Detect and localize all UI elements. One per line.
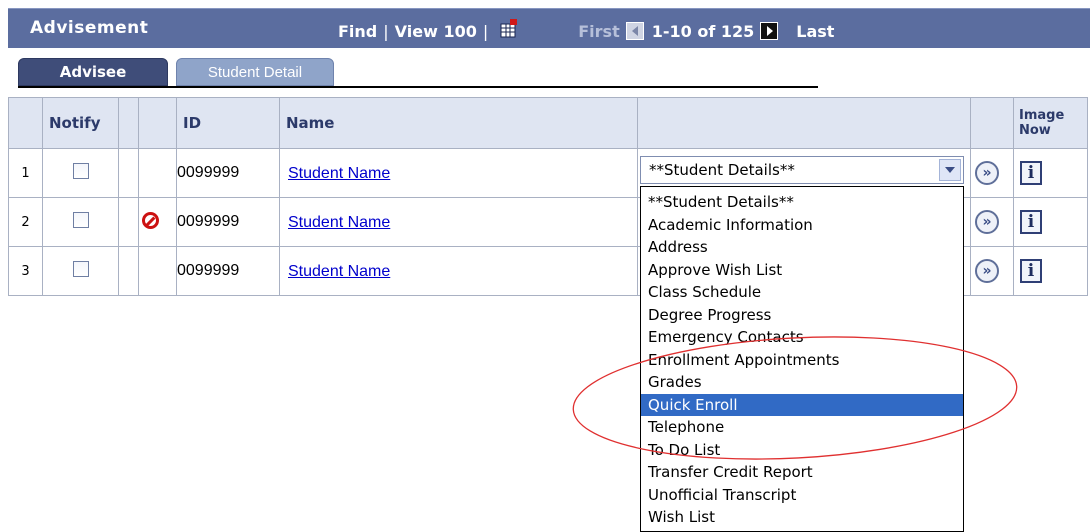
go-header bbox=[970, 97, 1014, 149]
student-id: 0099999 bbox=[176, 197, 280, 247]
student-id: 0099999 bbox=[176, 148, 280, 198]
dropdown-option[interactable]: Wish List bbox=[641, 506, 963, 529]
status-cell bbox=[138, 148, 177, 198]
student-details-dropdown: **Student Details** Academic Information… bbox=[640, 186, 964, 532]
next-page-icon[interactable] bbox=[760, 22, 779, 40]
row-number: 3 bbox=[8, 246, 43, 296]
view-100-link[interactable]: View 100 bbox=[395, 22, 477, 41]
previous-page-icon bbox=[625, 22, 644, 40]
name-cell: Student Name bbox=[279, 148, 638, 198]
dropdown-option[interactable]: Class Schedule bbox=[641, 281, 963, 304]
image-now-cell: i bbox=[1013, 148, 1088, 198]
grid-title: Advisement bbox=[30, 18, 149, 38]
grid-navigation: Find | View 100 | First 1-10 of 125 Last bbox=[338, 19, 834, 43]
dropdown-option[interactable]: Grades bbox=[641, 371, 963, 394]
row-number: 2 bbox=[8, 197, 43, 247]
row-number-header bbox=[8, 97, 43, 149]
go-cell: » bbox=[970, 197, 1014, 247]
tab-student-detail[interactable]: Student Detail bbox=[176, 58, 334, 86]
notify-cell bbox=[42, 246, 119, 296]
student-details-select[interactable]: **Student Details** bbox=[640, 156, 964, 184]
name-header[interactable]: Name bbox=[279, 97, 638, 149]
student-name-link[interactable]: Student Name bbox=[280, 214, 390, 231]
separator: | bbox=[482, 21, 489, 41]
blank-header bbox=[118, 97, 139, 149]
blank-cell bbox=[118, 246, 139, 296]
dropdown-option[interactable]: To Do List bbox=[641, 439, 963, 462]
row-number: 1 bbox=[8, 148, 43, 198]
grid-header-bar: Advisement Find | View 100 | First 1-10 … bbox=[8, 8, 1090, 48]
select-value: **Student Details** bbox=[649, 161, 795, 179]
status-cell bbox=[138, 246, 177, 296]
info-icon[interactable]: i bbox=[1020, 259, 1042, 283]
dropdown-option[interactable]: Degree Progress bbox=[641, 304, 963, 327]
grid-header-row: Notify ID Name Image Now bbox=[8, 97, 1088, 149]
notify-cell bbox=[42, 197, 119, 247]
student-name-link[interactable]: Student Name bbox=[280, 165, 390, 182]
status-header bbox=[138, 97, 177, 149]
go-cell: » bbox=[970, 148, 1014, 198]
row-range: 1-10 of 125 bbox=[651, 21, 755, 41]
notify-cell bbox=[42, 148, 119, 198]
tab-underline bbox=[18, 86, 818, 88]
status-cell bbox=[138, 197, 177, 247]
notify-checkbox[interactable] bbox=[72, 163, 89, 179]
dropdown-option[interactable]: Enrollment Appointments bbox=[641, 349, 963, 372]
dropdown-option[interactable]: Unofficial Transcript bbox=[641, 484, 963, 507]
dropdown-option[interactable]: Emergency Contacts bbox=[641, 326, 963, 349]
chevron-down-icon[interactable] bbox=[939, 159, 961, 181]
dropdown-option[interactable]: Academic Information bbox=[641, 214, 963, 237]
dropdown-option[interactable]: Telephone bbox=[641, 416, 963, 439]
image-now-cell: i bbox=[1013, 197, 1088, 247]
blank-cell bbox=[118, 197, 139, 247]
go-icon[interactable]: » bbox=[975, 259, 999, 283]
dropdown-option[interactable]: Transfer Credit Report bbox=[641, 461, 963, 484]
notify-checkbox[interactable] bbox=[72, 212, 89, 228]
name-cell: Student Name bbox=[279, 197, 638, 247]
dropdown-option[interactable]: Approve Wish List bbox=[641, 259, 963, 282]
action-header bbox=[637, 97, 971, 149]
blank-cell bbox=[118, 148, 139, 198]
go-icon[interactable]: » bbox=[975, 161, 999, 185]
download-spreadsheet-icon[interactable] bbox=[498, 18, 520, 40]
tab-advisee[interactable]: Advisee bbox=[18, 58, 168, 86]
dropdown-option-highlighted[interactable]: Quick Enroll bbox=[641, 393, 963, 416]
notify-checkbox[interactable] bbox=[72, 261, 89, 277]
notify-header[interactable]: Notify bbox=[42, 97, 119, 149]
find-link[interactable]: Find bbox=[338, 22, 377, 41]
student-name-link[interactable]: Student Name bbox=[280, 263, 390, 280]
service-indicator-icon[interactable] bbox=[142, 211, 159, 229]
info-icon[interactable]: i bbox=[1020, 161, 1042, 185]
image-now-cell: i bbox=[1013, 246, 1088, 296]
last-link[interactable]: Last bbox=[796, 22, 834, 41]
image-now-header[interactable]: Image Now bbox=[1013, 97, 1088, 149]
id-header[interactable]: ID bbox=[176, 97, 280, 149]
student-id: 0099999 bbox=[176, 246, 280, 296]
go-cell: » bbox=[970, 246, 1014, 296]
name-cell: Student Name bbox=[279, 246, 638, 296]
info-icon[interactable]: i bbox=[1020, 210, 1042, 234]
first-link: First bbox=[578, 21, 620, 41]
grid-tabs: Advisee Student Detail bbox=[18, 58, 818, 88]
separator: | bbox=[383, 21, 389, 41]
go-icon[interactable]: » bbox=[975, 210, 999, 234]
dropdown-option[interactable]: **Student Details** bbox=[641, 191, 963, 214]
dropdown-option[interactable]: Address bbox=[641, 236, 963, 259]
